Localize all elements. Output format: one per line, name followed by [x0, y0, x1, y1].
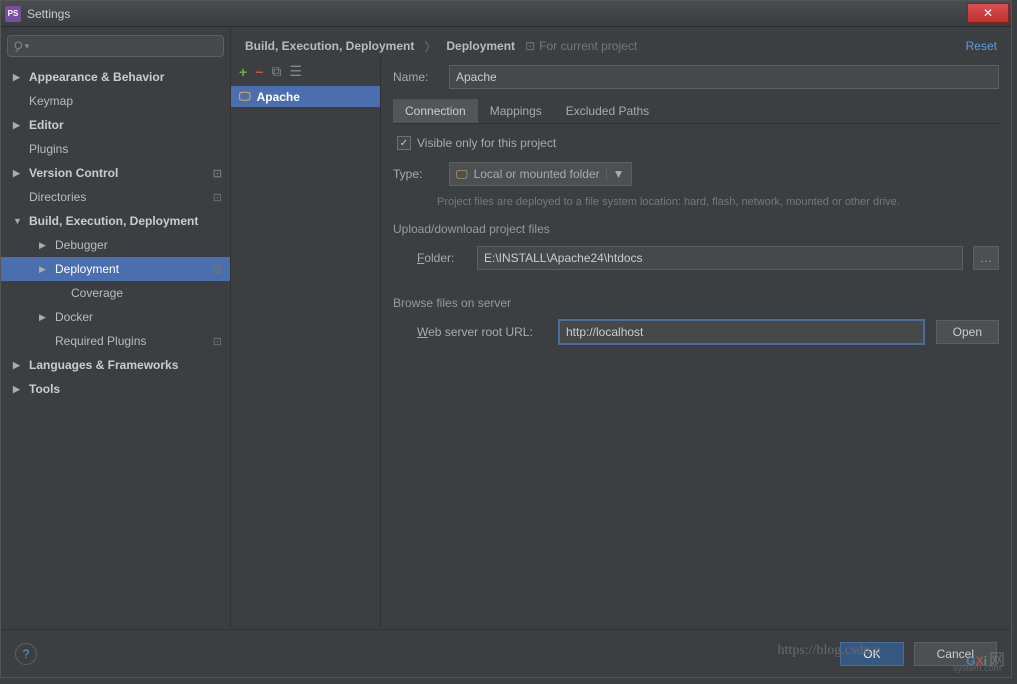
name-label: Name:: [393, 70, 437, 84]
sidebar-item-label: Plugins: [29, 142, 68, 156]
server-icon: 🖵: [239, 89, 251, 104]
sidebar-item-tools[interactable]: ▶ Tools: [1, 377, 230, 401]
project-badge-icon: ⊡: [213, 191, 222, 204]
server-item-apache[interactable]: 🖵 Apache: [231, 86, 380, 107]
sidebar-item-version-control[interactable]: ▶ Version Control ⊡: [1, 161, 230, 185]
visible-only-checkbox[interactable]: ✓: [397, 136, 411, 150]
sidebar-item-plugins[interactable]: Plugins: [1, 137, 230, 161]
sidebar-item-label: Deployment: [55, 262, 119, 276]
sidebar-item-label: Build, Execution, Deployment: [29, 214, 198, 228]
sidebar-item-label: Appearance & Behavior: [29, 70, 164, 84]
server-item-label: Apache: [257, 90, 300, 104]
sidebar-item-deployment[interactable]: ▶ Deployment ⊡: [1, 257, 230, 281]
type-value: Local or mounted folder: [474, 167, 600, 181]
tab-excluded-paths[interactable]: Excluded Paths: [554, 99, 661, 123]
chevron-down-icon: ▼: [606, 167, 625, 181]
close-button[interactable]: ✕: [967, 3, 1009, 23]
help-button[interactable]: ?: [15, 643, 37, 665]
sidebar-item-languages-frameworks[interactable]: ▶ Languages & Frameworks: [1, 353, 230, 377]
arrow-icon: ▶: [39, 264, 49, 275]
sidebar-item-label: Languages & Frameworks: [29, 358, 178, 372]
folder-input[interactable]: [477, 246, 963, 270]
chevron-right-icon: 〉: [424, 38, 436, 55]
server-list: + − ⧉ ☰ 🖵 Apache: [231, 57, 381, 627]
sidebar-item-directories[interactable]: Directories ⊡: [1, 185, 230, 209]
project-icon: ⊡: [525, 39, 535, 53]
arrow-icon: ▼: [13, 216, 23, 226]
sidebar-item-label: Coverage: [71, 286, 123, 300]
browse-button[interactable]: …: [973, 246, 999, 270]
sidebar-item-editor[interactable]: ▶ Editor: [1, 113, 230, 137]
sidebar-item-docker[interactable]: ▶ Docker: [1, 305, 230, 329]
breadcrumb-root[interactable]: Build, Execution, Deployment: [245, 39, 414, 53]
sidebar-item-label: Debugger: [55, 238, 108, 252]
titlebar: PS Settings ✕: [1, 1, 1011, 27]
arrow-icon: ▶: [39, 312, 49, 323]
arrow-icon: ▶: [13, 384, 23, 395]
sidebar-item-label: Directories: [29, 190, 86, 204]
name-input[interactable]: [449, 65, 999, 89]
url-label: Web server root URL:: [417, 325, 547, 339]
sidebar-item-debugger[interactable]: ▶ Debugger: [1, 233, 230, 257]
arrow-icon: ▶: [13, 72, 23, 83]
window-title: Settings: [27, 7, 1007, 21]
default-icon[interactable]: ☰: [289, 63, 302, 80]
sidebar-item-coverage[interactable]: Coverage: [1, 281, 230, 305]
upload-section-label: Upload/download project files: [393, 222, 999, 236]
remove-server-button[interactable]: −: [255, 64, 263, 80]
sidebar-item-label: Keymap: [29, 94, 73, 108]
url-input[interactable]: [559, 320, 924, 344]
dialog-footer: ? OK Cancel: [1, 629, 1011, 677]
folder-icon: 🖵: [456, 167, 468, 182]
app-icon: PS: [5, 6, 21, 22]
type-select[interactable]: 🖵 Local or mounted folder ▼: [449, 162, 632, 186]
tab-connection[interactable]: Connection: [393, 99, 478, 123]
folder-label: Folder:: [417, 251, 467, 265]
sidebar-item-label: Docker: [55, 310, 93, 324]
project-badge-icon: ⊡: [213, 263, 222, 276]
breadcrumb-current: Deployment: [446, 39, 515, 53]
sidebar-item-build-execution-deployment[interactable]: ▼ Build, Execution, Deployment: [1, 209, 230, 233]
add-server-button[interactable]: +: [239, 64, 247, 80]
breadcrumb: Build, Execution, Deployment 〉 Deploymen…: [231, 27, 1011, 57]
sidebar-item-label: Required Plugins: [55, 334, 146, 348]
arrow-icon: ▶: [13, 120, 23, 131]
arrow-icon: ▶: [13, 360, 23, 371]
arrow-icon: ▶: [13, 168, 23, 179]
deployment-form: Name: Connection Mappings Excluded Paths…: [381, 57, 1011, 627]
project-badge-icon: ⊡: [213, 335, 222, 348]
sidebar-item-required-plugins[interactable]: Required Plugins ⊡: [1, 329, 230, 353]
type-label: Type:: [393, 167, 437, 181]
sidebar-item-keymap[interactable]: Keymap: [1, 89, 230, 113]
copy-icon[interactable]: ⧉: [271, 63, 281, 80]
tab-mappings[interactable]: Mappings: [478, 99, 554, 123]
browse-section-label: Browse files on server: [393, 296, 999, 310]
ok-button[interactable]: OK: [840, 642, 903, 666]
sidebar-item-appearance-behavior[interactable]: ▶ Appearance & Behavior: [1, 65, 230, 89]
open-button[interactable]: Open: [936, 320, 999, 344]
sidebar-item-label: Editor: [29, 118, 64, 132]
settings-sidebar: ▶ Appearance & Behavior Keymap ▶ Editor Plugi…: [1, 27, 231, 627]
search-input[interactable]: [7, 35, 224, 57]
sidebar-item-label: Version Control: [29, 166, 118, 180]
project-scope-hint: ⊡ For current project: [525, 39, 637, 53]
visible-only-label: Visible only for this project: [417, 136, 556, 150]
cancel-button[interactable]: Cancel: [914, 642, 997, 666]
sidebar-item-label: Tools: [29, 382, 60, 396]
reset-link[interactable]: Reset: [966, 39, 997, 53]
type-hint: Project files are deployed to a file sys…: [437, 196, 999, 208]
arrow-icon: ▶: [39, 240, 49, 251]
project-badge-icon: ⊡: [213, 167, 222, 180]
